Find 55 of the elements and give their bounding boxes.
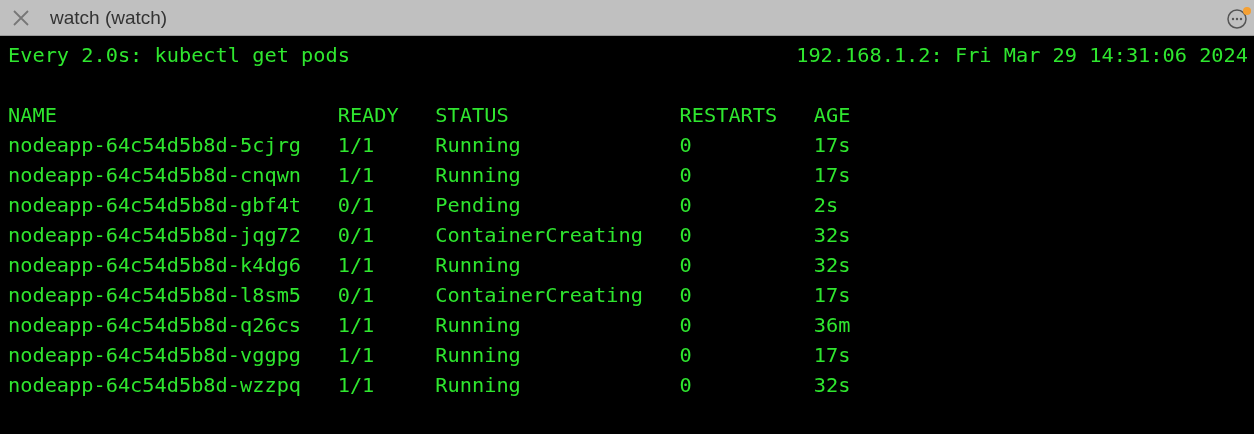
table-cell-text: 2s (813, 192, 839, 219)
table-cell-text: 17s (813, 342, 851, 369)
table-cell-text: 36m (813, 312, 851, 339)
table-cell-text: 0 (679, 372, 692, 399)
table-cell-text: nodeapp-64c54d5b8d-jqg72 (8, 222, 302, 249)
table-cell-text: 1/1 (337, 132, 375, 159)
table-cell-text: 17s (813, 282, 851, 309)
table-cell-text: 32s (813, 372, 851, 399)
table-cell-text: Running (435, 132, 521, 159)
table-cell-text: 1/1 (337, 312, 375, 339)
column-header: RESTARTS (679, 102, 778, 129)
table-cell-text: nodeapp-64c54d5b8d-k4dg6 (8, 252, 302, 279)
table-cell-text: 0/1 (337, 222, 375, 249)
table-cell-text: nodeapp-64c54d5b8d-5cjrg (8, 132, 302, 159)
table-cell-text: 1/1 (337, 342, 375, 369)
table-cell-text: nodeapp-64c54d5b8d-wzzpq (8, 372, 302, 399)
table-cell-text: 0/1 (337, 192, 375, 219)
more-options-icon[interactable] (1226, 5, 1252, 30)
table-cell-text: 0 (679, 342, 692, 369)
table-cell-text: ContainerCreating (435, 282, 643, 309)
table-cell-text: nodeapp-64c54d5b8d-l8sm5 (8, 282, 302, 309)
table-cell-text: nodeapp-64c54d5b8d-cnqwn (8, 162, 302, 189)
host-timestamp: 192.168.1.2: Fri Mar 29 14:31:06 2024 (796, 42, 1248, 69)
table-cell-text: 0 (679, 132, 692, 159)
table-cell-text: 0 (679, 192, 692, 219)
table-cell-text: Running (435, 252, 521, 279)
table-cell-text: 0 (679, 282, 692, 309)
table-cell-text: Pending (435, 192, 521, 219)
table-cell-text: 0 (679, 162, 692, 189)
column-header: AGE (813, 102, 851, 129)
table-cell-text: 0 (679, 312, 692, 339)
column-header: NAME (8, 102, 57, 129)
table-cell-text: 1/1 (337, 372, 375, 399)
table-cell-text: 17s (813, 162, 851, 189)
table-cell-text: nodeapp-64c54d5b8d-q26cs (8, 312, 302, 339)
window-title: watch (watch) (50, 6, 169, 29)
table-cell-text: Running (435, 372, 521, 399)
table-cell-text: 0/1 (337, 282, 375, 309)
watch-command: Every 2.0s: kubectl get pods (8, 42, 350, 69)
table-cell-text: Running (435, 342, 521, 369)
table-cell-text: nodeapp-64c54d5b8d-gbf4t (8, 192, 302, 219)
close-icon[interactable] (12, 8, 30, 27)
table-cell-text: 0 (679, 252, 692, 279)
table-cell-text: ContainerCreating (435, 222, 643, 249)
column-header: READY (337, 102, 399, 129)
table-cell-text: Running (435, 312, 521, 339)
table-cell-text: 1/1 (337, 252, 375, 279)
table-cell-text: 17s (813, 132, 851, 159)
table-cell-text: 32s (813, 252, 851, 279)
table-cell-text: 0 (679, 222, 692, 249)
table-cell-text: Running (435, 162, 521, 189)
column-header: STATUS (435, 102, 509, 129)
table-cell-text: nodeapp-64c54d5b8d-vggpg (8, 342, 302, 369)
table-cell-text: 32s (813, 222, 851, 249)
table-cell-text: 1/1 (337, 162, 375, 189)
